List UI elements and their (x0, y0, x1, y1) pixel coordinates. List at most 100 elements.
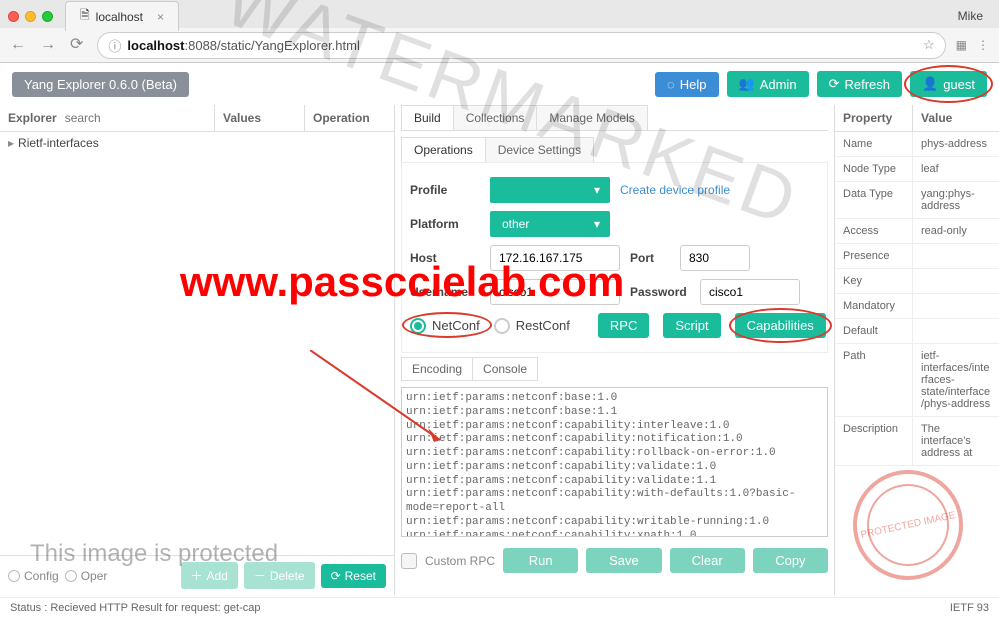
password-label: Password (630, 285, 690, 299)
property-row: Data Typeyang:phys-address (835, 182, 999, 219)
property-value: read-only (913, 219, 999, 243)
property-key: Presence (835, 244, 913, 268)
property-row: DescriptionThe interface's address at (835, 417, 999, 466)
browser-user: Mike (958, 9, 983, 23)
property-key: Name (835, 132, 913, 156)
guest-button[interactable]: 👤guest (910, 71, 987, 97)
property-key: Mandatory (835, 294, 913, 318)
browser-tab[interactable]: 🗎 localhost × (65, 1, 179, 31)
users-icon: 👥 (739, 76, 755, 92)
annotation-circle (904, 65, 993, 103)
property-row: Accessread-only (835, 219, 999, 244)
add-button[interactable]: ＋ Add (181, 562, 238, 589)
bookmark-icon[interactable]: ☆ (923, 37, 935, 53)
minimize-window-icon[interactable] (25, 11, 36, 22)
capabilities-button[interactable]: Capabilities (735, 313, 826, 338)
property-value (913, 269, 999, 293)
host-input[interactable] (490, 245, 620, 271)
encoding-tab[interactable]: Encoding (401, 357, 473, 381)
clear-button[interactable]: Clear (670, 548, 745, 573)
property-key: Path (835, 344, 913, 416)
host-label: Host (410, 251, 480, 265)
model-tree[interactable]: ▸ Rietf-interfaces (0, 132, 394, 555)
status-bar: Status : Recieved HTTP Result for reques… (0, 597, 999, 618)
script-button[interactable]: Script (663, 313, 720, 338)
create-profile-link[interactable]: Create device profile (620, 183, 730, 197)
url-path: :8088/static/YangExplorer.html (185, 38, 360, 53)
values-col-header: Values (215, 105, 305, 131)
netconf-radio[interactable]: NetConf (410, 318, 480, 334)
username-label: Username (410, 285, 480, 299)
copy-button[interactable]: Copy (753, 548, 828, 573)
property-key: Data Type (835, 182, 913, 218)
forward-icon[interactable]: → (40, 37, 56, 53)
tab-collections[interactable]: Collections (453, 105, 538, 130)
profile-dropdown[interactable] (490, 177, 610, 203)
property-value (913, 244, 999, 268)
tree-item-ietf-interfaces[interactable]: ▸ Rietf-interfaces (8, 136, 386, 150)
rpc-button[interactable]: RPC (598, 313, 649, 338)
property-key: Key (835, 269, 913, 293)
console-output[interactable]: urn:ietf:params:netconf:base:1.0 urn:iet… (401, 387, 828, 537)
refresh-button[interactable]: ⟳Refresh (817, 71, 902, 97)
menu-icon[interactable]: ⋮ (977, 38, 989, 52)
extension-icon[interactable]: ▦ (956, 38, 967, 52)
status-text: Status : Recieved HTTP Result for reques… (10, 602, 260, 614)
operation-col-header: Operation (305, 105, 394, 131)
run-button[interactable]: Run (503, 548, 578, 573)
property-value: The interface's address at (913, 417, 999, 465)
property-value: yang:phys-address (913, 182, 999, 218)
property-row: Key (835, 269, 999, 294)
oper-radio[interactable]: Oper (65, 569, 108, 583)
password-input[interactable] (700, 279, 800, 305)
address-bar[interactable]: ⓘ localhost :8088/static/YangExplorer.ht… (97, 32, 945, 59)
annotation-circle (402, 312, 492, 338)
subtab-operations[interactable]: Operations (401, 137, 486, 162)
tab-title: localhost (96, 10, 143, 24)
github-icon: ◌ (667, 77, 675, 92)
subtab-device-settings[interactable]: Device Settings (485, 137, 594, 162)
restconf-radio[interactable]: RestConf (494, 318, 570, 334)
delete-button[interactable]: － Delete (244, 562, 315, 589)
close-window-icon[interactable] (8, 11, 19, 22)
url-host: localhost (127, 38, 184, 53)
maximize-window-icon[interactable] (42, 11, 53, 22)
app-title: Yang Explorer 0.6.0 (Beta) (12, 72, 189, 97)
reset-button[interactable]: ⟳ Reset (321, 564, 386, 588)
property-key: Node Type (835, 157, 913, 181)
custom-rpc-label: Custom RPC (425, 554, 495, 568)
center-panel: Build Collections Manage Models Operatio… (395, 105, 834, 595)
port-input[interactable] (680, 245, 750, 271)
explorer-label: Explorer (8, 111, 57, 125)
username-input[interactable] (490, 279, 620, 305)
refresh-icon: ⟳ (829, 76, 840, 92)
tree-item-label: Rietf-interfaces (18, 136, 99, 150)
property-key: Default (835, 319, 913, 343)
property-value: leaf (913, 157, 999, 181)
save-button[interactable]: Save (586, 548, 661, 573)
property-row: Namephys-address (835, 132, 999, 157)
status-right: IETF 93 (950, 602, 989, 614)
tab-manage-models[interactable]: Manage Models (536, 105, 647, 130)
config-radio[interactable]: Config (8, 569, 59, 583)
search-input[interactable] (65, 111, 185, 125)
help-button[interactable]: ◌Help (655, 72, 718, 97)
property-header: Property (835, 105, 913, 131)
admin-button[interactable]: 👥Admin (727, 71, 809, 97)
tab-build[interactable]: Build (401, 105, 454, 130)
reload-icon[interactable]: ⟳ (70, 37, 83, 53)
property-row: Mandatory (835, 294, 999, 319)
custom-rpc-checkbox[interactable] (401, 553, 417, 569)
close-tab-icon[interactable]: × (157, 10, 164, 24)
back-icon[interactable]: ← (10, 37, 26, 53)
console-tab[interactable]: Console (472, 357, 538, 381)
property-value: phys-address (913, 132, 999, 156)
expand-icon[interactable]: ▸ (8, 136, 14, 150)
property-row: Presence (835, 244, 999, 269)
window-controls (8, 11, 53, 22)
app-toolbar: Yang Explorer 0.6.0 (Beta) ◌Help 👥Admin … (0, 63, 999, 105)
platform-dropdown[interactable]: other (490, 211, 610, 237)
property-row: Default (835, 319, 999, 344)
property-value (913, 319, 999, 343)
site-info-icon[interactable]: ⓘ (108, 36, 121, 55)
